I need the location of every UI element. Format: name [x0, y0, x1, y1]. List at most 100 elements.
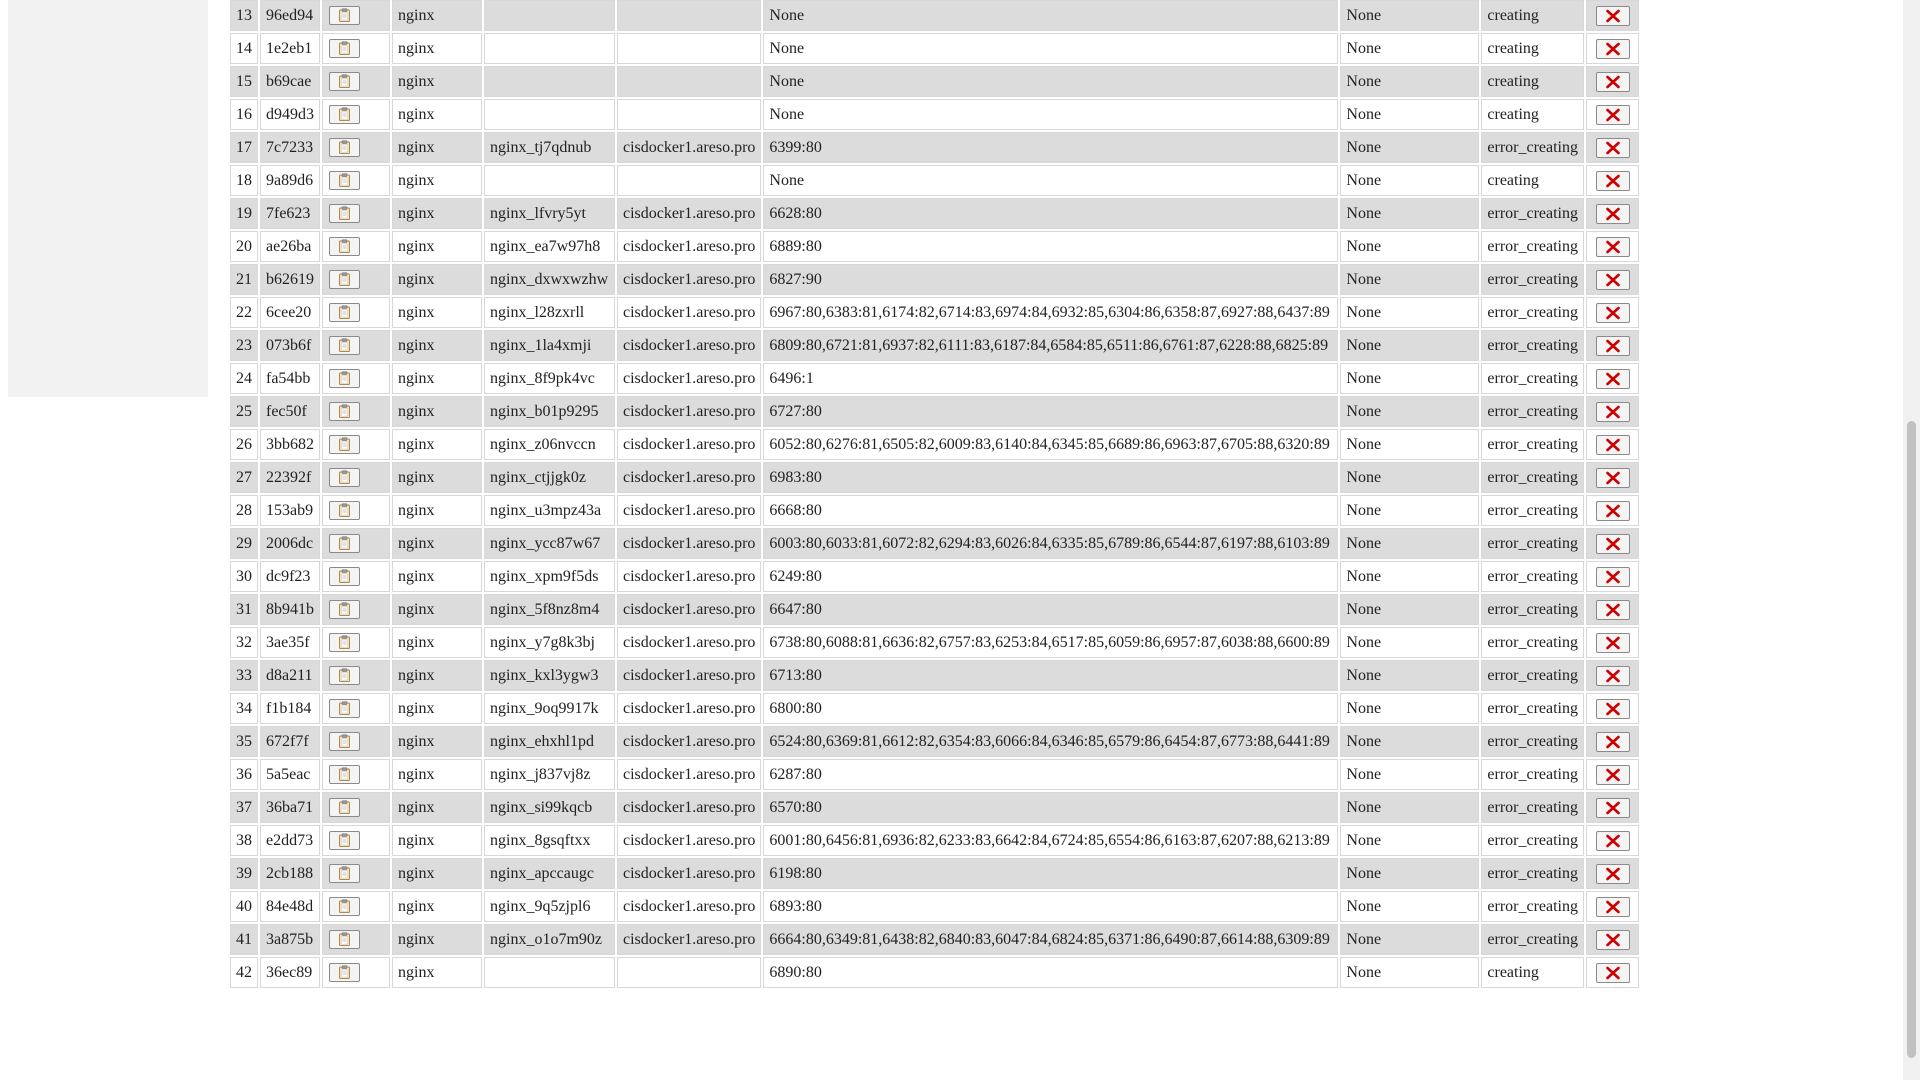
- delete-button[interactable]: [1595, 38, 1630, 59]
- delete-button[interactable]: [1595, 962, 1630, 983]
- table-row: 22 6cee20 nginx nginx_l28zxrll cisdocker…: [230, 297, 1639, 328]
- copy-button[interactable]: [329, 269, 360, 289]
- delete-button[interactable]: [1595, 137, 1630, 158]
- image-cell: nginx: [392, 858, 482, 889]
- delete-button[interactable]: [1595, 269, 1630, 290]
- delete-button[interactable]: [1595, 104, 1630, 125]
- copy-button[interactable]: [329, 566, 360, 586]
- copy-button[interactable]: [329, 929, 360, 949]
- copy-button[interactable]: [329, 335, 360, 355]
- delete-button[interactable]: [1595, 896, 1630, 917]
- copy-button[interactable]: [329, 170, 360, 190]
- red-x-icon: [1605, 306, 1621, 320]
- ports-cell: 6893:80: [763, 891, 1339, 922]
- copy-button[interactable]: [329, 137, 360, 157]
- delete-cell: [1586, 957, 1639, 988]
- delete-button[interactable]: [1595, 731, 1630, 752]
- delete-button[interactable]: [1595, 302, 1630, 323]
- status-cell: None: [1340, 462, 1480, 493]
- copy-button[interactable]: [329, 896, 360, 916]
- status-cell: None: [1340, 495, 1480, 526]
- image-cell: nginx: [392, 924, 482, 955]
- container-id-cell: 22392f: [260, 462, 320, 493]
- scrollbar-thumb[interactable]: [1907, 421, 1916, 1058]
- delete-cell: [1586, 231, 1639, 262]
- delete-button[interactable]: [1595, 566, 1630, 587]
- delete-button[interactable]: [1595, 71, 1630, 92]
- ports-cell: 6570:80: [763, 792, 1339, 823]
- delete-button[interactable]: [1595, 599, 1630, 620]
- copy-button[interactable]: [329, 962, 360, 982]
- delete-button[interactable]: [1595, 5, 1630, 26]
- copy-button[interactable]: [329, 38, 360, 58]
- copy-button[interactable]: [329, 368, 360, 388]
- image-cell: nginx: [392, 891, 482, 922]
- image-cell: nginx: [392, 825, 482, 856]
- delete-button[interactable]: [1595, 830, 1630, 851]
- delete-button[interactable]: [1595, 863, 1630, 884]
- host-cell: cisdocker1.areso.pro: [617, 264, 762, 295]
- page-scrollbar[interactable]: [1903, 0, 1920, 1080]
- container-id-cell: e2dd73: [260, 825, 320, 856]
- host-cell: cisdocker1.areso.pro: [617, 462, 762, 493]
- container-id-cell: 7fe623: [260, 198, 320, 229]
- copy-button[interactable]: [329, 401, 360, 421]
- delete-button[interactable]: [1595, 929, 1630, 950]
- container-id-cell: 2006dc: [260, 528, 320, 559]
- ports-cell: 6664:80,6349:81,6438:82,6840:83,6047:84,…: [763, 924, 1339, 955]
- delete-button[interactable]: [1595, 170, 1630, 191]
- delete-button[interactable]: [1595, 368, 1630, 389]
- copy-button[interactable]: [329, 863, 360, 883]
- state-cell: error_creating: [1481, 462, 1584, 493]
- copy-button[interactable]: [329, 71, 360, 91]
- delete-button[interactable]: [1595, 764, 1630, 785]
- red-x-icon: [1605, 867, 1621, 881]
- delete-button[interactable]: [1595, 500, 1630, 521]
- delete-button[interactable]: [1595, 698, 1630, 719]
- image-cell: nginx: [392, 297, 482, 328]
- delete-button[interactable]: [1595, 434, 1630, 455]
- copy-button[interactable]: [329, 830, 360, 850]
- copy-button[interactable]: [329, 533, 360, 553]
- copy-button[interactable]: [329, 467, 360, 487]
- copy-button[interactable]: [329, 434, 360, 454]
- host-cell: cisdocker1.areso.pro: [617, 429, 762, 460]
- copy-button[interactable]: [329, 236, 360, 256]
- copy-cell: [322, 0, 390, 31]
- copy-button[interactable]: [329, 731, 360, 751]
- delete-button[interactable]: [1595, 401, 1630, 422]
- row-number-cell: 17: [230, 132, 258, 163]
- copy-button[interactable]: [329, 698, 360, 718]
- clipboard-icon: [338, 899, 351, 914]
- delete-button[interactable]: [1595, 236, 1630, 257]
- copy-button[interactable]: [329, 104, 360, 124]
- status-cell: None: [1340, 198, 1480, 229]
- container-id-cell: b62619: [260, 264, 320, 295]
- image-cell: nginx: [392, 957, 482, 988]
- status-cell: None: [1340, 363, 1480, 394]
- table-row: 19 7fe623 nginx nginx_lfvry5yt cisdocker…: [230, 198, 1639, 229]
- copy-button[interactable]: [329, 632, 360, 652]
- delete-button[interactable]: [1595, 467, 1630, 488]
- delete-button[interactable]: [1595, 665, 1630, 686]
- copy-button[interactable]: [329, 797, 360, 817]
- clipboard-icon: [338, 767, 351, 782]
- container-name-cell: nginx_ehxhl1pd: [484, 726, 615, 757]
- copy-button[interactable]: [329, 599, 360, 619]
- table-row: 21 b62619 nginx nginx_dxwxwzhw cisdocker…: [230, 264, 1639, 295]
- copy-button[interactable]: [329, 302, 360, 322]
- delete-button[interactable]: [1595, 203, 1630, 224]
- delete-button[interactable]: [1595, 632, 1630, 653]
- delete-button[interactable]: [1595, 533, 1630, 554]
- copy-button[interactable]: [329, 203, 360, 223]
- copy-button[interactable]: [329, 764, 360, 784]
- delete-button[interactable]: [1595, 335, 1630, 356]
- copy-cell: [322, 858, 390, 889]
- copy-button[interactable]: [329, 500, 360, 520]
- table-row: 33 d8a211 nginx nginx_kxl3ygw3 cisdocker…: [230, 660, 1639, 691]
- image-cell: nginx: [392, 0, 482, 31]
- copy-button[interactable]: [329, 5, 360, 25]
- ports-cell: None: [763, 33, 1339, 64]
- delete-button[interactable]: [1595, 797, 1630, 818]
- copy-button[interactable]: [329, 665, 360, 685]
